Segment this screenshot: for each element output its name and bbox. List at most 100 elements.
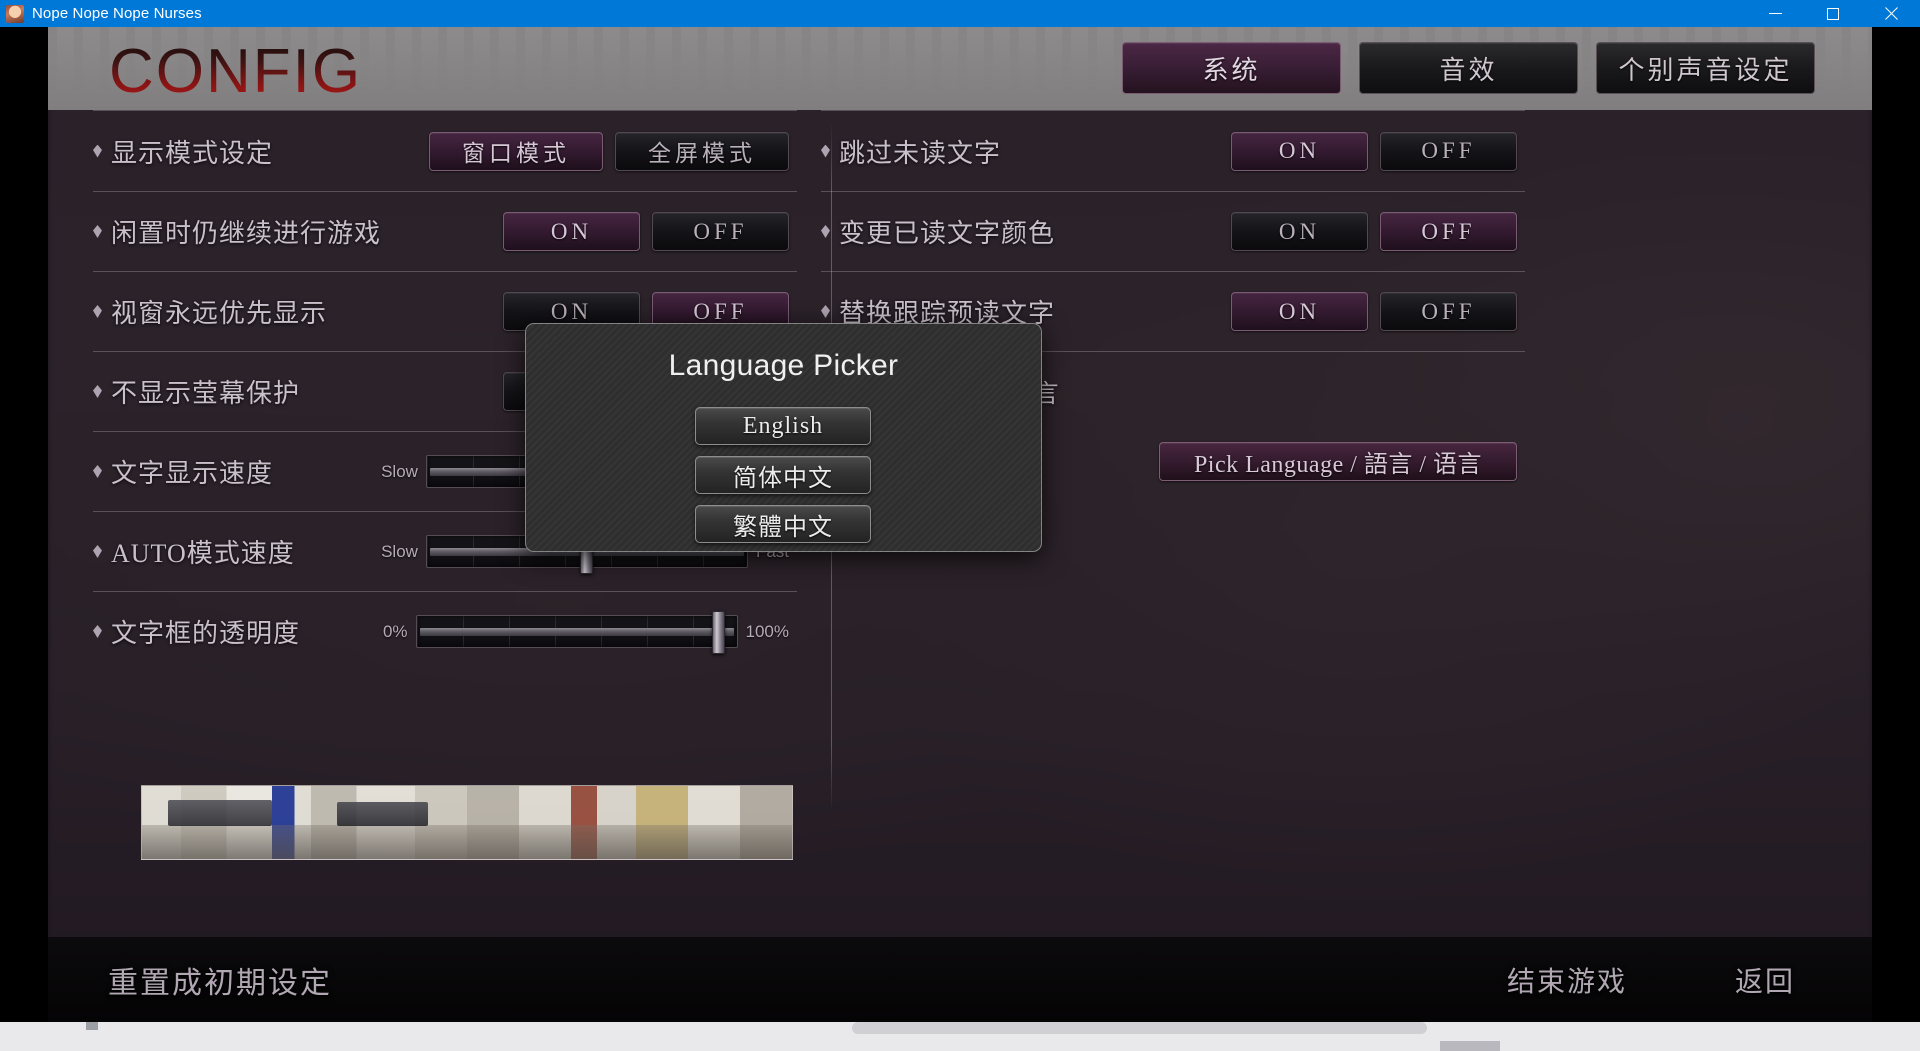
diamond-bullet-icon xyxy=(93,385,102,398)
slider-fill-textbox-opacity xyxy=(419,627,734,636)
language-option-simplified-chinese[interactable]: 简体中文 xyxy=(695,456,871,494)
right-letterbox xyxy=(1872,27,1920,1022)
language-option-simplified-chinese-label: 简体中文 xyxy=(733,465,833,492)
slider-handle-textbox-opacity[interactable] xyxy=(711,611,725,654)
language-picker-options: English 简体中文 繁體中文 xyxy=(695,407,871,543)
slider-min-label-textbox-opacity: 0% xyxy=(382,621,408,641)
preview-desk xyxy=(142,825,792,859)
taskbar-icon[interactable] xyxy=(86,1022,98,1030)
option-voice-skip-on-label: ON xyxy=(1278,298,1321,324)
language-picker-dialog: Language Picker English 简体中文 繁體中文 xyxy=(525,323,1042,552)
close-button[interactable] xyxy=(1862,0,1920,27)
option-fullscreen-mode-label: 全屏模式 xyxy=(648,141,756,166)
setting-row-skip-unread: 跳过未读文字 ON OFF xyxy=(821,110,1525,191)
page-title: CONFIG xyxy=(109,37,363,106)
option-read-text-color-on[interactable]: ON xyxy=(1231,212,1368,251)
option-voice-skip-on[interactable]: ON xyxy=(1231,292,1368,331)
tab-audio[interactable]: 音效 xyxy=(1359,42,1578,94)
maximize-button[interactable] xyxy=(1804,0,1862,27)
diamond-bullet-icon xyxy=(93,465,102,478)
preview-laptop-right xyxy=(337,802,428,826)
tab-system-label: 系统 xyxy=(1202,55,1261,85)
setting-row-textbox-opacity: 文字框的透明度 0% 100% xyxy=(93,591,797,671)
setting-row-display-mode: 显示模式设定 窗口模式 全屏模式 xyxy=(93,110,797,191)
option-window-mode-label: 窗口模式 xyxy=(462,141,570,166)
option-continue-when-idle-on-label: ON xyxy=(550,218,593,244)
language-picker-title: Language Picker xyxy=(668,349,899,382)
window-title-bar: Nope Nope Nope Nurses xyxy=(0,0,1920,27)
setting-label-skip-unread: 跳过未读文字 xyxy=(839,138,1002,168)
window-title: Nope Nope Nope Nurses xyxy=(32,5,202,22)
option-always-on-top-off-label: OFF xyxy=(693,298,748,324)
config-footer: 重置成初期设定 结束游戏 返回 xyxy=(48,937,1872,1022)
app-icon xyxy=(6,4,24,23)
diamond-bullet-icon xyxy=(821,305,830,318)
slider-textbox-opacity[interactable] xyxy=(415,611,738,654)
diamond-bullet-icon xyxy=(93,625,102,638)
option-skip-unread-on[interactable]: ON xyxy=(1231,131,1368,171)
option-continue-when-idle-off-label: OFF xyxy=(693,218,748,244)
tab-bar: 系统 音效 个别声音设定 xyxy=(1122,42,1815,94)
setting-label-textbox-opacity: 文字框的透明度 xyxy=(111,619,301,648)
tab-audio-label: 音效 xyxy=(1439,55,1498,85)
slider-min-label-auto-speed: Slow xyxy=(381,541,418,561)
option-skip-unread-on-label: ON xyxy=(1278,138,1321,163)
setting-label-display-mode: 显示模式设定 xyxy=(111,138,274,168)
setting-label-disable-screensaver: 不显示莹幕保护 xyxy=(111,379,301,408)
setting-label-continue-when-idle: 闲置时仍继续进行游戏 xyxy=(111,219,382,248)
diamond-bullet-icon xyxy=(93,225,102,238)
diamond-bullet-icon xyxy=(821,144,830,158)
setting-row-read-text-color: 变更已读文字颜色 ON OFF xyxy=(821,191,1525,271)
pick-language-button[interactable]: Pick Language / 語言 / 语言 xyxy=(1159,441,1517,481)
option-group-skip-unread: ON OFF xyxy=(1231,131,1517,171)
setting-label-text-speed: 文字显示速度 xyxy=(111,459,274,488)
slider-min-label-text-speed: Slow xyxy=(381,461,418,481)
reset-defaults-button[interactable]: 重置成初期设定 xyxy=(108,958,332,1002)
setting-row-continue-when-idle: 闲置时仍继续进行游戏 ON OFF xyxy=(93,191,797,271)
maximize-icon xyxy=(1827,7,1839,20)
pick-language-button-label: Pick Language / 語言 / 语言 xyxy=(1193,451,1483,478)
option-window-mode[interactable]: 窗口模式 xyxy=(429,131,603,171)
tab-individual-voice-label: 个别声音设定 xyxy=(1618,55,1793,85)
option-continue-when-idle-off[interactable]: OFF xyxy=(652,212,789,251)
option-group-read-text-color: ON OFF xyxy=(1231,212,1517,251)
textbox-opacity-preview xyxy=(141,785,793,860)
language-option-traditional-chinese[interactable]: 繁體中文 xyxy=(695,505,871,543)
taskbar-scrollbar[interactable] xyxy=(852,1022,1427,1034)
diamond-bullet-icon xyxy=(93,144,102,158)
slider-group-textbox-opacity: 0% 100% xyxy=(382,611,789,654)
preview-laptop-left xyxy=(168,800,272,826)
option-continue-when-idle-on[interactable]: ON xyxy=(503,212,640,251)
quit-game-button[interactable]: 结束游戏 xyxy=(1507,960,1627,1000)
language-option-traditional-chinese-label: 繁體中文 xyxy=(733,514,833,541)
diamond-bullet-icon xyxy=(93,545,102,558)
slider-max-label-textbox-opacity: 100% xyxy=(745,621,789,641)
diamond-bullet-icon xyxy=(93,305,102,318)
option-group-voice-skip: ON OFF xyxy=(1231,292,1517,331)
minimize-button[interactable] xyxy=(1746,0,1804,27)
option-fullscreen-mode[interactable]: 全屏模式 xyxy=(615,131,789,171)
left-letterbox xyxy=(0,27,48,1022)
language-option-english-label: English xyxy=(742,412,824,439)
option-voice-skip-off-label: OFF xyxy=(1421,298,1476,324)
windows-taskbar xyxy=(0,1022,1920,1051)
tab-individual-voice[interactable]: 个别声音设定 xyxy=(1596,42,1815,94)
taskbar-tray-item[interactable] xyxy=(1440,1041,1500,1051)
back-button[interactable]: 返回 xyxy=(1735,960,1795,1000)
option-group-display-mode: 窗口模式 全屏模式 xyxy=(429,131,789,171)
option-skip-unread-off[interactable]: OFF xyxy=(1380,131,1517,171)
close-icon xyxy=(1884,7,1898,21)
tab-system[interactable]: 系统 xyxy=(1122,42,1341,94)
option-group-continue-when-idle: ON OFF xyxy=(503,212,789,251)
option-read-text-color-off[interactable]: OFF xyxy=(1380,212,1517,251)
config-header: CONFIG 系统 音效 个别声音设定 xyxy=(48,27,1872,110)
option-read-text-color-off-label: OFF xyxy=(1421,218,1476,244)
game-viewport: CONFIG 系统 音效 个别声音设定 显示模式设定 窗口模式 全屏模式 闲置时… xyxy=(48,27,1872,1022)
option-read-text-color-on-label: ON xyxy=(1278,218,1321,244)
option-skip-unread-off-label: OFF xyxy=(1421,138,1476,163)
minimize-icon xyxy=(1768,13,1782,14)
option-voice-skip-off[interactable]: OFF xyxy=(1380,292,1517,331)
setting-label-always-on-top: 视窗永远优先显示 xyxy=(111,299,328,328)
language-option-english[interactable]: English xyxy=(695,407,871,445)
setting-label-read-text-color: 变更已读文字颜色 xyxy=(839,219,1056,248)
